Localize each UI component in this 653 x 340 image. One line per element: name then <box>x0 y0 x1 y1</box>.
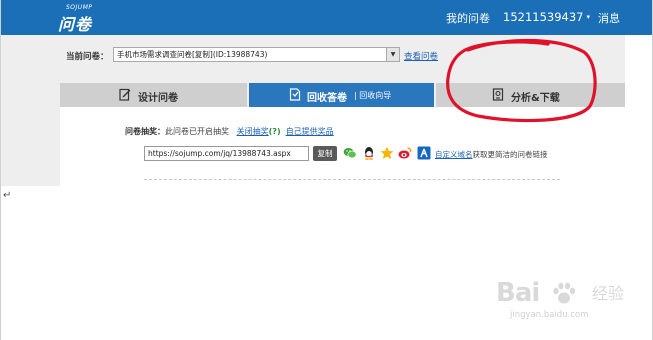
tab-design-survey[interactable]: 设计问卷 <box>60 83 247 107</box>
watermark-brand: Bai <box>496 278 540 308</box>
tab-analyze-download[interactable]: 分析&下载 <box>436 83 625 107</box>
custom-domain-text: 获取更简洁的问卷链接 <box>472 150 548 159</box>
sojump-logo[interactable]: SOJUMP 问卷星 <box>58 4 106 58</box>
tab-design-label: 设计问卷 <box>138 93 178 104</box>
lottery-row: 问卷抽奖：此问卷已开启抽奖 关闭抽奖(?) 自己提供奖品 <box>125 126 334 137</box>
lottery-status: 此问卷已开启抽奖 <box>165 127 229 136</box>
watermark-url: jingyan.baidu.com <box>510 310 589 320</box>
user-phone: 15211539437 <box>503 10 584 24</box>
tab-analyze-label: 分析&下载 <box>511 93 560 104</box>
wechat-icon[interactable] <box>343 146 357 160</box>
tab-collect-label: 回收答卷 <box>307 93 347 104</box>
baidu-watermark: Bai 经验 jingyan.baidu.com <box>496 278 636 328</box>
current-survey-value: 手机市场需求调查问卷[复制](ID:13988743) <box>117 50 268 59</box>
current-survey-label: 当前问卷： <box>66 52 109 62</box>
nav-my-surveys-link[interactable]: 我的问卷 <box>446 10 490 26</box>
lottery-label: 问卷抽奖： <box>125 127 165 136</box>
watermark-jingyan: 经验 <box>592 284 625 303</box>
dashed-divider <box>144 179 560 180</box>
edit-document-icon <box>119 88 131 101</box>
provide-prize-link[interactable]: 自己提供奖品 <box>286 127 334 136</box>
user-account-menu[interactable]: 15211539437 ▾ <box>503 10 590 24</box>
qzone-star-icon[interactable] <box>380 146 394 160</box>
logo-small-text: SOJUMP <box>66 4 93 11</box>
collect-document-icon <box>289 88 301 101</box>
lottery-help-icon[interactable]: (?) <box>269 127 281 136</box>
chevron-down-icon: ▾ <box>586 13 590 21</box>
paw-icon <box>553 282 576 304</box>
tab-collect-responses[interactable]: 回收答卷 | 回收向导 <box>249 83 434 107</box>
copy-url-button[interactable]: 复制 <box>313 146 337 161</box>
weibo-icon[interactable] <box>398 146 412 160</box>
top-navbar: SOJUMP 问卷星 我的问卷 15211539437▾ 消息 <box>1 0 652 58</box>
dropdown-arrow-icon[interactable]: ▼ <box>386 48 399 61</box>
qq-icon[interactable] <box>362 146 376 160</box>
nav-messages-link[interactable]: 消息 <box>598 10 620 26</box>
custom-domain-row: 自定义域名获取更简洁的问卷链接 <box>435 149 548 160</box>
paragraph-mark: ↵ <box>3 190 12 201</box>
analyze-document-icon <box>492 88 504 101</box>
collect-wizard-link[interactable]: | 回收向导 <box>354 90 391 101</box>
renren-icon[interactable] <box>417 146 431 160</box>
custom-domain-link[interactable]: 自定义域名 <box>435 150 473 159</box>
survey-url-field[interactable]: https://sojump.com/jq/13988743.aspx <box>144 146 309 161</box>
current-survey-select[interactable]: 手机市场需求调查问卷[复制](ID:13988743) ▼ <box>113 47 400 62</box>
view-survey-link[interactable]: 查看问卷 <box>404 50 438 62</box>
close-lottery-link[interactable]: 关闭抽奖 <box>237 127 269 136</box>
